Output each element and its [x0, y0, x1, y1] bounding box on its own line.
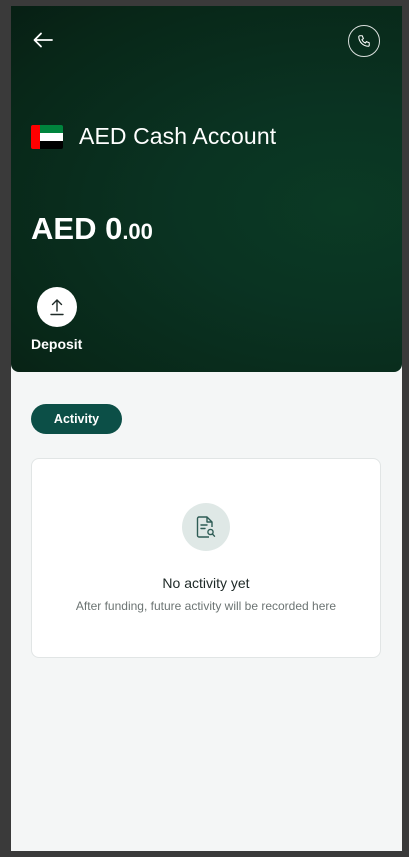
empty-state-title: No activity yet	[162, 575, 250, 591]
empty-state-icon-circle	[182, 503, 230, 551]
phone-icon	[358, 35, 370, 47]
account-title: AED Cash Account	[79, 123, 277, 149]
deposit-icon-circle	[36, 287, 77, 327]
deposit-label: Deposit	[31, 336, 83, 352]
account-header-panel: AED Cash Account AED 0.00 Deposit	[11, 6, 402, 372]
empty-state-subtitle: After funding, future activity will be r…	[75, 599, 337, 613]
activity-empty-state-card: No activity yet After funding, future ac…	[31, 458, 381, 658]
deposit-button[interactable]: Deposit	[31, 287, 82, 352]
back-button[interactable]	[29, 26, 57, 54]
arrow-left-icon	[33, 32, 53, 48]
document-search-icon	[196, 516, 216, 538]
account-balance: AED 0.00	[31, 211, 153, 247]
balance-major: AED 0	[31, 211, 123, 246]
account-title-row: AED Cash Account	[31, 123, 276, 150]
upload-icon	[49, 299, 64, 316]
call-support-button[interactable]	[348, 25, 380, 57]
tab-activity[interactable]: Activity	[31, 404, 122, 434]
balance-minor: .00	[122, 219, 153, 244]
app-screen: AED Cash Account AED 0.00 Deposit Activi…	[11, 6, 402, 851]
uae-flag-icon	[31, 124, 63, 149]
